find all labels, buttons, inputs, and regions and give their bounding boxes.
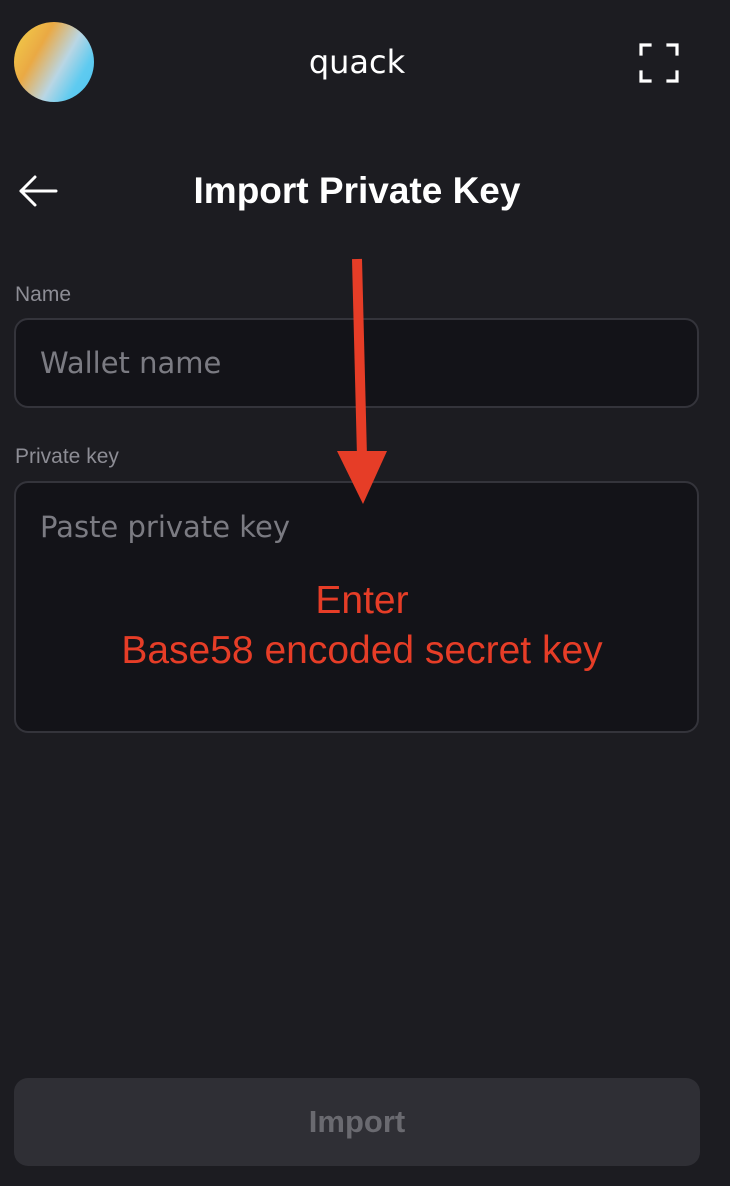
page-title: Import Private Key bbox=[193, 170, 521, 211]
account-name[interactable]: quack bbox=[0, 40, 714, 84]
private-key-input[interactable] bbox=[14, 481, 699, 733]
page-header: Import Private Key bbox=[0, 156, 730, 226]
wallet-name-input[interactable] bbox=[14, 318, 699, 408]
import-button[interactable]: Import bbox=[14, 1078, 700, 1166]
top-bar: quack bbox=[0, 0, 730, 124]
expand-icon[interactable] bbox=[638, 42, 680, 84]
private-key-label: Private key bbox=[15, 445, 119, 468]
name-label: Name bbox=[15, 283, 72, 306]
